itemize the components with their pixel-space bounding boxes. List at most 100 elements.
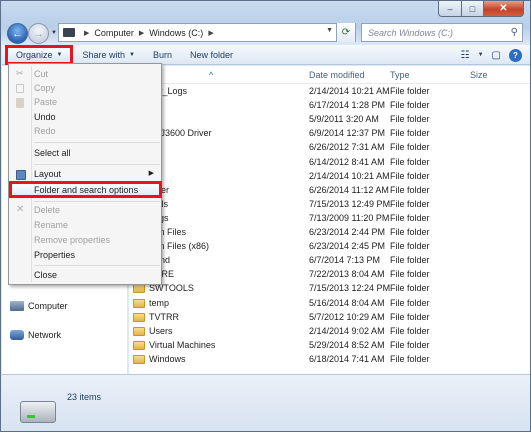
folder-icon (133, 284, 145, 294)
nav-item-label: Network (28, 330, 62, 340)
sort-indicator-icon: ^ (209, 70, 214, 80)
menu-separator (34, 265, 160, 266)
menu-item-cut[interactable]: ✂ Cut (11, 68, 160, 82)
folder-icon (133, 312, 145, 322)
file-row[interactable]: Bend6/7/2014 7:13 PMFile folder (129, 254, 530, 268)
menu-item-label: Redo (34, 126, 56, 136)
file-type: File folder (390, 325, 430, 336)
nav-item-network[interactable]: Network (10, 330, 61, 340)
back-button[interactable]: ← (7, 23, 28, 44)
column-date-modified[interactable]: Date modified (309, 70, 365, 80)
file-row[interactable]: ers6/17/2014 1:28 PMFile folder (129, 99, 530, 113)
menu-item-folder-options[interactable]: Folder and search options (9, 181, 162, 198)
preview-pane-icon[interactable]: ▢ (492, 50, 501, 61)
file-date-modified: 6/9/2014 12:37 PM (309, 128, 386, 139)
menu-item-copy[interactable]: Copy (11, 82, 160, 96)
share-with-button[interactable]: Share with ▼ (73, 45, 143, 65)
file-row[interactable]: 5/9/2011 3:20 AM File folder (129, 113, 530, 127)
menu-separator (34, 164, 160, 165)
file-row[interactable]: HARE7/22/2013 8:04 AMFile folder (129, 268, 530, 282)
layout-icon (16, 170, 26, 180)
refresh-button[interactable]: ⟳ (336, 23, 355, 42)
recent-pages-dropdown[interactable]: ▼ (51, 30, 57, 36)
breadcrumb-windows-c[interactable]: Windows (C:) (149, 28, 203, 38)
organize-button[interactable]: Organize ▼ (5, 44, 74, 65)
menu-item-remove-properties[interactable]: Remove properties (11, 234, 160, 248)
file-row[interactable]: Srv_Logs 2/14/2014 10:21 AM File folder (129, 85, 530, 99)
copy-icon (16, 84, 24, 93)
file-date-modified: 6/26/2014 11:12 AM (309, 184, 389, 195)
file-date-modified: 5/7/2012 10:29 AM (309, 311, 385, 322)
menu-item-delete[interactable]: ✕ Delete (11, 204, 160, 218)
file-row[interactable]: temp 5/16/2014 8:04 AM File folder (129, 297, 530, 311)
file-row[interactable]: tools7/15/2013 12:49 PMFile folder (129, 198, 530, 212)
arrow-left-icon: ← (12, 27, 23, 40)
nav-item-computer[interactable]: Computer (10, 301, 68, 311)
file-type: File folder (390, 311, 430, 322)
chevron-down-icon: ▼ (56, 51, 63, 58)
file-row[interactable]: 6/26/2012 7:31 AM File folder (129, 141, 530, 155)
file-date-modified: 2/14/2014 10:21 AM (309, 170, 390, 181)
maximize-button[interactable]: □ (462, 1, 484, 17)
menu-item-label: Paste (34, 97, 58, 107)
breadcrumb-computer[interactable]: Computer (94, 28, 134, 38)
close-button[interactable]: ✕ (484, 1, 524, 17)
file-row[interactable]: Virtual Machines 5/29/2014 8:52 AM File fo… (129, 339, 530, 353)
file-row[interactable]: older6/26/2014 11:12 AMFile folder (129, 184, 530, 198)
menu-item-properties[interactable]: Properties (11, 249, 160, 263)
file-date-modified: 7/13/2009 11:20 PM (309, 212, 390, 223)
menu-item-rename[interactable]: Rename (11, 219, 160, 233)
column-size[interactable]: Size (470, 70, 488, 80)
address-bar[interactable]: ▶ Computer ▶ Windows (C:) ▶ ▼ ⟳ (58, 23, 356, 42)
scissors-icon: ✂ (16, 68, 24, 78)
column-type[interactable]: Type (390, 70, 410, 80)
burn-button[interactable]: Burn (144, 45, 181, 65)
folder-icon (133, 340, 145, 350)
help-icon[interactable]: ? (509, 48, 522, 62)
file-date-modified: 6/23/2014 2:45 PM (309, 241, 386, 252)
file-row[interactable]: ram Files 6/23/2014 2:44 PM File folder (129, 226, 530, 240)
address-dropdown-icon[interactable]: ▼ (326, 27, 333, 34)
file-row[interactable]: NT2/14/2014 10:21 AMFile folder (129, 170, 530, 184)
file-row[interactable]: Windows 6/18/2014 7:41 AM File folder (129, 353, 530, 367)
file-type: File folder (390, 212, 430, 223)
file-row[interactable]: Users 2/14/2014 9:02 AM File folder (129, 325, 530, 339)
details-pane: 23 items (2, 374, 530, 431)
delete-icon: ✕ (16, 204, 25, 215)
file-row[interactable]: ram Files (x86) 6/23/2014 2:45 PM File fol… (129, 240, 530, 254)
file-name: TVTRR (149, 311, 179, 322)
chevron-down-icon[interactable]: ▼ (478, 52, 484, 58)
new-folder-button[interactable]: New folder (181, 45, 242, 65)
file-type: File folder (390, 255, 430, 266)
file-row[interactable]: CLJ3600 Driver 6/9/2014 12:37 PM File fold… (129, 127, 530, 141)
file-type: File folder (390, 198, 430, 209)
menu-item-close[interactable]: Close (11, 269, 160, 283)
search-input[interactable]: Search Windows (C:) ⚲ (361, 23, 523, 42)
menu-item-undo[interactable]: Undo (11, 111, 160, 125)
file-row[interactable]: SWTOOLS 7/15/2013 12:24 PM File folder (129, 282, 530, 296)
file-list: ^ Date modified Type Size Srv_Logs 2/14/2… (129, 66, 530, 374)
chevron-right-icon[interactable]: ▶ (208, 29, 213, 37)
menu-item-label: Properties (34, 250, 76, 260)
hard-drive-icon (20, 401, 56, 423)
file-name: Users (149, 325, 173, 336)
menu-item-layout[interactable]: Layout ▶ (11, 168, 160, 182)
file-date-modified: 6/26/2012 7:31 AM (309, 142, 385, 153)
menu-item-select-all[interactable]: Select all (11, 147, 160, 161)
file-type: File folder (390, 269, 430, 280)
views-icon[interactable]: ☷ (461, 50, 470, 61)
chevron-right-icon[interactable]: ▶ (84, 29, 89, 37)
menu-item-label: Copy (34, 83, 56, 93)
file-type: File folder (390, 283, 430, 294)
minimize-button[interactable]: – (438, 1, 462, 17)
menu-item-redo[interactable]: Redo (11, 125, 160, 139)
file-row[interactable]: 6/14/2012 8:41 AM File folder (129, 156, 530, 170)
file-type: File folder (390, 170, 430, 181)
file-row[interactable]: Logs7/13/2009 11:20 PMFile folder (129, 212, 530, 226)
file-row[interactable]: TVTRR 5/7/2012 10:29 AM File folder (129, 311, 530, 325)
file-name: temp (149, 297, 170, 308)
menu-item-paste[interactable]: Paste (11, 96, 160, 110)
chevron-right-icon[interactable]: ▶ (139, 29, 144, 37)
forward-button[interactable]: → (28, 23, 49, 44)
search-icon[interactable]: ⚲ (511, 27, 518, 38)
